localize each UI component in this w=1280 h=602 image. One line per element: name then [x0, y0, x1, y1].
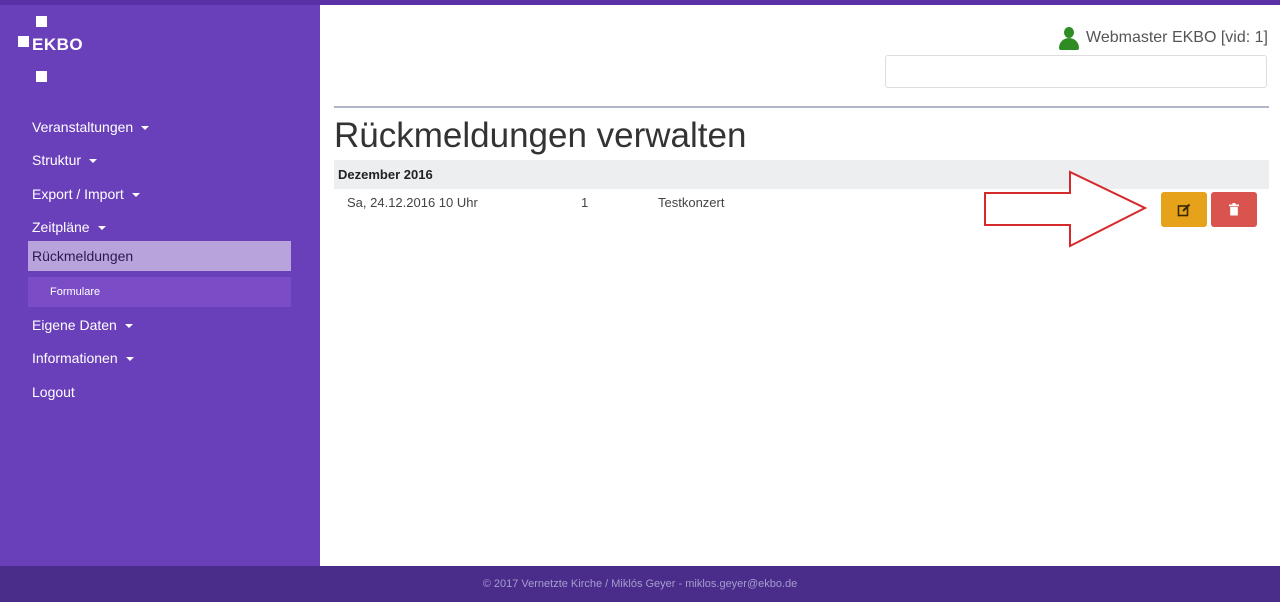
caret-down-icon	[89, 159, 98, 164]
sidebar-item-label: Informationen	[32, 350, 118, 366]
page-title: Rückmeldungen verwalten	[334, 116, 747, 155]
sidebar-item-rueckmeldungen[interactable]: Rückmeldungen	[28, 241, 291, 271]
delete-button[interactable]	[1211, 192, 1257, 227]
caret-down-icon	[124, 324, 133, 329]
sidebar-item-label: Veranstaltungen	[32, 119, 134, 135]
row-event: Testkonzert	[658, 195, 725, 210]
caret-down-icon	[131, 193, 140, 198]
sidebar-item-label: Zeitpläne	[32, 219, 90, 235]
caret-down-icon	[125, 357, 134, 362]
footer: © 2017 Vernetzte Kirche / Miklós Geyer -…	[0, 566, 1280, 602]
sidebar-item-eigene-daten[interactable]: Eigene Daten	[28, 310, 291, 340]
user-label: Webmaster EKBO [vid: 1]	[1086, 29, 1268, 46]
sidebar-item-label: Export / Import	[32, 186, 124, 202]
main-content: Webmaster EKBO [vid: 1] Rückmeldungen ve…	[320, 5, 1280, 566]
sidebar-subitem-formulare[interactable]: Formulare	[28, 277, 291, 307]
sidebar-item-label: Formulare	[50, 286, 101, 298]
divider	[334, 106, 1269, 108]
trash-icon	[1229, 203, 1239, 216]
sidebar-item-informationen[interactable]: Informationen	[28, 343, 291, 373]
sidebar-item-logout[interactable]: Logout	[28, 377, 291, 407]
sidebar-item-zeitplaene[interactable]: Zeitpläne	[28, 212, 291, 242]
row-count: 1	[581, 195, 589, 210]
logo-square-left	[18, 36, 29, 47]
caret-down-icon	[97, 226, 106, 231]
edit-button[interactable]	[1161, 192, 1207, 227]
logo-text[interactable]: EKBO	[32, 35, 83, 55]
sidebar-item-label: Eigene Daten	[32, 317, 117, 333]
sidebar-item-label: Logout	[32, 384, 75, 400]
logo-square-top	[36, 16, 47, 27]
sidebar-item-label: Rückmeldungen	[32, 248, 134, 264]
sidebar-item-export-import[interactable]: Export / Import	[28, 179, 291, 209]
edit-icon	[1177, 203, 1191, 216]
row-date: Sa, 24.12.2016 10 Uhr	[347, 195, 478, 210]
sidebar-item-label: Struktur	[32, 152, 82, 168]
user-menu[interactable]: Webmaster EKBO [vid: 1]	[1056, 25, 1268, 51]
logo-square-bottom	[36, 71, 47, 82]
search-input[interactable]	[885, 55, 1267, 88]
sidebar: EKBO Veranstaltungen Struktur Export / I…	[0, 5, 320, 566]
annotation-arrow	[984, 170, 1148, 248]
user-icon	[1056, 25, 1082, 51]
sidebar-item-struktur[interactable]: Struktur	[28, 145, 291, 175]
sidebar-item-veranstaltungen[interactable]: Veranstaltungen	[28, 112, 291, 142]
caret-down-icon	[141, 126, 150, 131]
